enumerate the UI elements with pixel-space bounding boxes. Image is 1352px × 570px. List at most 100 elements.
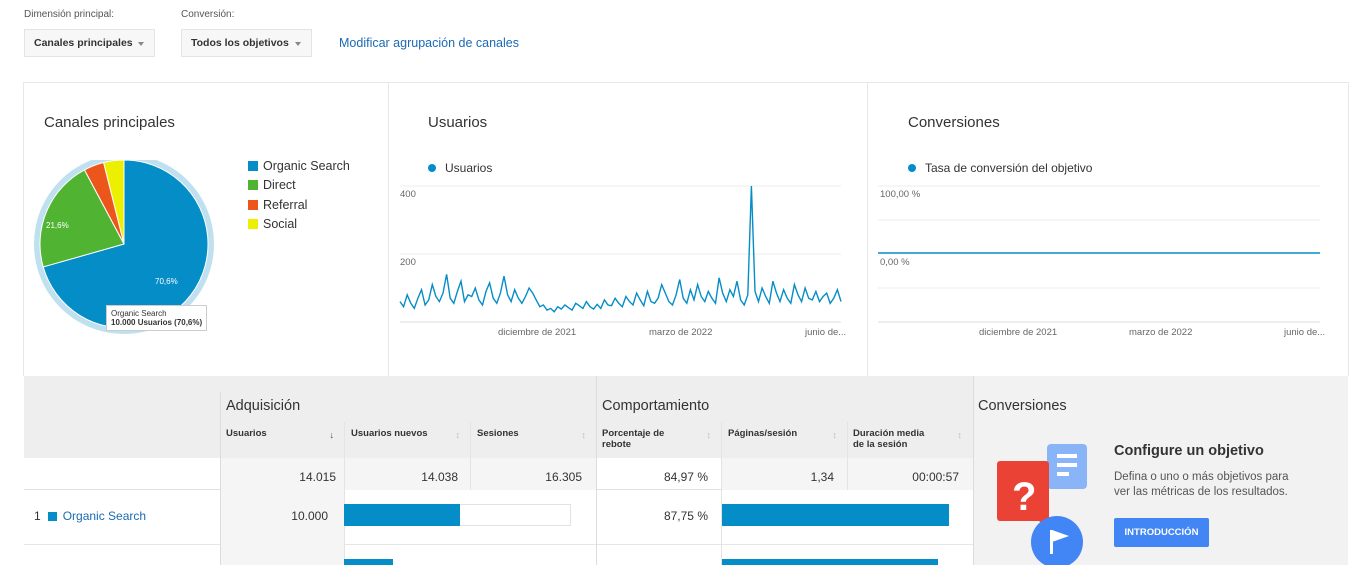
pages-bar (722, 504, 949, 526)
conv-legend-label: Tasa de conversión del objetivo (925, 161, 1093, 175)
group-conversions: Conversiones (978, 398, 1067, 414)
sort-icon: ↕ (581, 430, 587, 440)
conv-legend: Tasa de conversión del objetivo (908, 161, 1092, 175)
legend-label: Referral (263, 197, 308, 212)
chevron-down-icon (138, 42, 144, 46)
header-new-users[interactable]: Usuarios nuevos ↕ (351, 428, 466, 440)
users-col-bg (220, 490, 344, 565)
legend-item-organic-search[interactable]: Organic Search (248, 156, 350, 176)
header-users-label: Usuarios (226, 428, 267, 439)
row-index: 1 (34, 509, 41, 523)
pie-legend: Organic Search Direct Referral Social (248, 156, 350, 234)
pie-tooltip: Organic Search 10.000 Usuarios (70,6%) (106, 305, 208, 331)
header-bounce-rate[interactable]: Porcentaje de rebote ↕ (602, 428, 717, 450)
legend-label: Organic Search (263, 158, 350, 173)
total-duration: 00:00:57 (912, 470, 959, 484)
pie-tooltip-line1: Organic Search (111, 309, 167, 318)
series-dot-icon (908, 164, 916, 172)
header-bounce-label-1: Porcentaje de (602, 428, 665, 439)
partial-row-bar (722, 559, 938, 565)
goal-illustration: ? (995, 440, 1095, 568)
group-behavior: Comportamiento (602, 398, 710, 414)
panel-divider (388, 82, 389, 376)
legend-swatch (248, 199, 258, 210)
flag-icon (1031, 516, 1083, 568)
pie-tooltip-line2: 10.000 Usuarios (70,6%) (111, 318, 203, 327)
users-x-tick: marzo de 2022 (649, 327, 713, 338)
sort-icon: ↕ (455, 430, 461, 440)
conversion-label: Conversión: (181, 9, 235, 20)
channel-link-organic-search[interactable]: Organic Search (63, 509, 146, 523)
dimension-label: Dimensión principal: (24, 9, 115, 20)
conv-x-tick: marzo de 2022 (1129, 327, 1193, 338)
header-bounce-label-2: rebote (602, 439, 632, 450)
pie-label-organic: 70,6% (155, 277, 178, 286)
goal-desc-line2: ver las métricas de los resultados. (1114, 486, 1288, 498)
header-sessions[interactable]: Sesiones ↕ (477, 428, 592, 440)
column-separator (721, 422, 722, 565)
header-duration-label-2: de la sesión (853, 439, 908, 450)
group-acquisition: Adquisición (226, 398, 301, 414)
legend-label: Social (263, 217, 298, 232)
total-pages: 1,34 (810, 470, 834, 484)
header-pages-per-session[interactable]: Páginas/sesión ↕ (728, 428, 843, 440)
total-bounce: 84,97 % (663, 470, 708, 484)
panel-left-border (23, 82, 24, 376)
conv-line-chart (878, 185, 1320, 323)
sort-desc-icon: ↓ (329, 430, 335, 440)
header-pages-label: Páginas/sesión (728, 428, 798, 439)
total-sessions: 16.305 (545, 470, 582, 484)
sort-icon: ↕ (706, 430, 712, 440)
users-series-line (399, 185, 842, 313)
channel-color-swatch (47, 511, 57, 521)
legend-item-social[interactable]: Social (248, 215, 350, 235)
conv-x-tick: diciembre de 2021 (979, 327, 1058, 338)
row-users: 10.000 (291, 509, 328, 523)
pie-label-direct: 21,6% (46, 221, 69, 230)
legend-item-direct[interactable]: Direct (248, 176, 350, 196)
table-header-bg (24, 376, 973, 458)
users-panel-title: Usuarios (428, 114, 488, 131)
modify-channel-grouping-link[interactable]: Modificar agrupación de canales (339, 36, 519, 50)
introduction-button[interactable]: INTRODUCCIÓN (1114, 518, 1209, 547)
partial-row-bar (344, 559, 393, 565)
conversion-dropdown-value: Todos los objetivos (191, 37, 289, 49)
dimension-dropdown-value: Canales principales (34, 37, 133, 49)
header-sessions-label: Sesiones (477, 428, 519, 439)
goal-description: Defina o uno o más objetivos para ver la… (1114, 470, 1289, 500)
new-users-bar (344, 504, 461, 526)
dimension-dropdown[interactable]: Canales principales (24, 29, 155, 57)
chevron-down-icon (295, 42, 301, 46)
users-x-tick: diciembre de 2021 (498, 327, 577, 338)
series-dot-icon (428, 164, 436, 172)
conversion-dropdown[interactable]: Todos los objetivos (181, 29, 312, 57)
panel-divider (867, 82, 868, 376)
column-separator (973, 376, 974, 565)
legend-swatch (248, 160, 258, 171)
sort-icon: ↕ (957, 430, 963, 440)
header-duration-label-1: Duración media (853, 428, 925, 439)
svg-text:?: ? (1012, 475, 1036, 519)
legend-swatch (248, 219, 258, 230)
row-channel-cell: 1 Organic Search (34, 509, 146, 523)
pie-panel-title: Canales principales (44, 114, 175, 131)
legend-swatch (248, 180, 258, 191)
total-users: 14.015 (299, 470, 336, 484)
conv-x-tick: junio de... (1284, 327, 1326, 338)
header-avg-duration[interactable]: Duración media de la sesión ↕ (853, 428, 968, 450)
users-legend-label: Usuarios (445, 161, 493, 175)
header-users[interactable]: Usuarios ↓ (226, 428, 340, 440)
total-new-users: 14.038 (421, 470, 458, 484)
column-separator (344, 422, 345, 565)
conv-panel-title: Conversiones (908, 114, 1000, 131)
panel-top-border (23, 82, 1349, 83)
legend-label: Direct (263, 178, 296, 193)
users-legend: Usuarios (428, 161, 492, 175)
legend-item-referral[interactable]: Referral (248, 195, 350, 215)
users-line-chart (399, 185, 842, 323)
sort-icon: ↕ (832, 430, 838, 440)
goal-desc-line1: Defina o uno o más objetivos para (1114, 471, 1289, 483)
header-new-users-label: Usuarios nuevos (351, 428, 428, 439)
users-x-tick: junio de... (805, 327, 847, 338)
goal-title: Configure un objetivo (1114, 443, 1264, 459)
